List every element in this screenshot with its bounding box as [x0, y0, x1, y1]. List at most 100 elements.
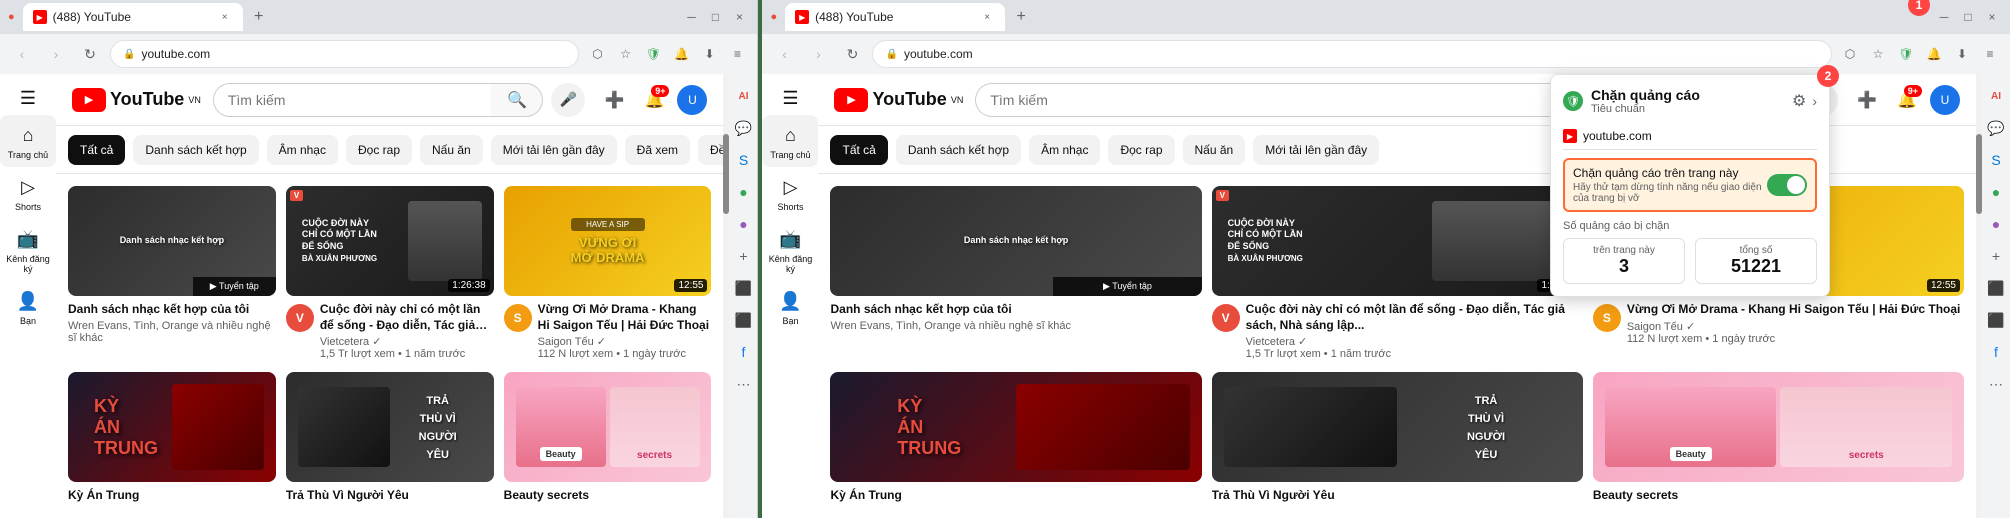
address-input-left[interactable]: 🔒 youtube.com: [110, 40, 579, 68]
yt-search-btn-left[interactable]: 🔍: [491, 83, 543, 117]
sidebar-home-left[interactable]: ⌂ Trang chủ: [0, 115, 56, 167]
sidebar-subscriptions-left[interactable]: 📺 Kênh đăng ký: [0, 219, 56, 282]
video-card-4-right[interactable]: KỲÁNTRUNG Kỳ Án Trung: [830, 372, 1201, 504]
notification-icon-left[interactable]: 🔔: [669, 42, 693, 66]
video-card-6-left[interactable]: Beauty secrets Beauty secrets: [504, 372, 712, 504]
ext-green-icon-left[interactable]: ●: [729, 178, 757, 206]
create-btn-left[interactable]: ➕: [597, 83, 631, 117]
youtube-tab-right[interactable]: ▶ (488) YouTube ×: [785, 3, 1005, 31]
address-input-right[interactable]: 🔒 youtube.com: [872, 40, 1832, 68]
filter-new-right[interactable]: Mới tải lên gần đây: [1253, 135, 1379, 165]
yt-avatar-right[interactable]: U: [1930, 85, 1960, 115]
sidebar-subscriptions-right[interactable]: 📺 Kênh đăng ký: [762, 219, 818, 282]
forward-button-right[interactable]: ›: [804, 40, 832, 68]
ext-plus-icon-right[interactable]: +: [1982, 242, 2010, 270]
filter-rap-left[interactable]: Đọc rap: [346, 135, 412, 165]
sidebar-shorts-left[interactable]: ▷ Shorts: [0, 167, 56, 219]
sidebar-you-right[interactable]: 👤 Bạn: [762, 281, 818, 333]
filter-music-right[interactable]: Âm nhạc: [1029, 135, 1100, 165]
video-card-6-right[interactable]: Beauty secrets Beauty secrets: [1593, 372, 1964, 504]
tab-close-right[interactable]: ×: [979, 9, 995, 25]
maximize-button-right[interactable]: □: [1958, 7, 1978, 27]
new-tab-button-left[interactable]: +: [247, 5, 271, 29]
notification-icon-right[interactable]: 🔔: [1922, 42, 1946, 66]
minimize-button-left[interactable]: ─: [681, 7, 701, 27]
ext-green-icon-right[interactable]: ●: [1982, 178, 2010, 206]
yt-mic-btn-left[interactable]: 🎤: [551, 83, 585, 117]
menu-icon-left[interactable]: ≡: [725, 42, 749, 66]
video-card-1-right[interactable]: Danh sách nhạc kết hợp ▶ Tuyển tập Danh …: [830, 186, 1201, 360]
sidebar-shorts-right[interactable]: ▷ Shorts: [762, 167, 818, 219]
ext-blue-icon-left[interactable]: ⬛: [729, 274, 757, 302]
filter-suggest-left[interactable]: Đề xuất mới: [698, 135, 723, 165]
ext-blue-icon-right[interactable]: ⬛: [1982, 274, 2010, 302]
filter-watched-left[interactable]: Đã xem: [625, 135, 690, 165]
ext-purple-icon-left[interactable]: ●: [729, 210, 757, 238]
new-tab-button-right[interactable]: +: [1009, 5, 1033, 29]
ext-plus-icon-left[interactable]: +: [729, 242, 757, 270]
ext-more-icon-right[interactable]: ⋯: [1982, 370, 2010, 398]
ext-ai-icon-left[interactable]: AI: [729, 82, 757, 110]
notif-btn-left[interactable]: 🔔 9+: [637, 83, 671, 117]
back-button-right[interactable]: ‹: [770, 40, 798, 68]
popup-gear-icon[interactable]: ⚙: [1792, 91, 1806, 111]
ext-fb-icon-left[interactable]: f: [729, 338, 757, 366]
notif-btn-right[interactable]: 🔔 9+: [1890, 83, 1924, 117]
yt-avatar-left[interactable]: U: [677, 85, 707, 115]
filter-new-left[interactable]: Mới tải lên gần đây: [491, 135, 617, 165]
filter-playlist-right[interactable]: Danh sách kết hợp: [896, 135, 1021, 165]
video-card-1-left[interactable]: Danh sách nhạc kết hợp ▶ Tuyển tập Danh …: [68, 186, 276, 360]
sidebar-menu-btn-left[interactable]: ☰: [0, 78, 56, 115]
adblock-icon-left[interactable]: 🛡: [641, 42, 665, 66]
star-icon-right[interactable]: ☆: [1866, 42, 1890, 66]
tab-close-left[interactable]: ×: [217, 9, 233, 25]
star-icon-left[interactable]: ☆: [613, 42, 637, 66]
ext-more-icon-left[interactable]: ⋯: [729, 370, 757, 398]
ext-msg-icon-left[interactable]: 💬: [729, 114, 757, 142]
filter-all-right[interactable]: Tất cả: [830, 135, 887, 165]
screenshot-icon-left[interactable]: ⬡: [585, 42, 609, 66]
reload-button-left[interactable]: ↻: [76, 40, 104, 68]
filter-playlist-left[interactable]: Danh sách kết hợp: [133, 135, 258, 165]
maximize-button-left[interactable]: □: [705, 7, 725, 27]
video-card-5-left[interactable]: TRẢTHÙ VÌNGƯỜIYÊU Trả Thù Vì Người Yêu: [286, 372, 494, 504]
close-window-button-right[interactable]: ×: [1982, 7, 2002, 27]
video-card-5-right[interactable]: TRẢTHÙ VÌNGƯỜIYÊU Trả Thù Vì Người Yêu: [1212, 372, 1583, 504]
video-card-3-left[interactable]: HAVE A SIP VỪNG ƠIMỞ DRAMA 12:55 S Vừng …: [504, 186, 712, 360]
minimize-button-right[interactable]: ─: [1934, 7, 1954, 27]
video-card-2-left[interactable]: CUỘC ĐỜI NÀYCHỈ CÓ MỘT LẦNĐỂ SỐNGBÀ XUÂN…: [286, 186, 494, 360]
youtube-tab-left[interactable]: ▶ (488) YouTube ×: [23, 3, 243, 31]
adblock-icon-right[interactable]: 🛡: [1894, 42, 1918, 66]
popup-toggle-switch[interactable]: [1767, 174, 1807, 196]
yt-search-input-left[interactable]: [213, 83, 492, 117]
ext-purple-icon-right[interactable]: ●: [1982, 210, 2010, 238]
ext-red-icon-right[interactable]: ⬛: [1982, 306, 2010, 334]
video-card-2-right[interactable]: CUỘC ĐỜI NÀYCHỈ CÓ MỘT LẦNĐỂ SỐNGBÀ XUÂN…: [1212, 186, 1583, 360]
menu-icon-right[interactable]: ≡: [1978, 42, 2002, 66]
ext-sky-icon-left[interactable]: S: [729, 146, 757, 174]
filter-all-left[interactable]: Tất cả: [68, 135, 125, 165]
sidebar-you-left[interactable]: 👤 Bạn: [0, 281, 56, 333]
reload-button-right[interactable]: ↻: [838, 40, 866, 68]
popup-arrow-icon[interactable]: ›: [1812, 93, 1817, 109]
yt-scrollbar-left[interactable]: [723, 74, 729, 518]
sidebar-menu-btn-right[interactable]: ☰: [762, 78, 818, 115]
forward-button-left[interactable]: ›: [42, 40, 70, 68]
download-icon-left[interactable]: ⬇: [697, 42, 721, 66]
filter-food-left[interactable]: Nấu ăn: [420, 135, 483, 165]
sidebar-home-right[interactable]: ⌂ Trang chủ: [762, 115, 818, 167]
ext-red-icon-left[interactable]: ⬛: [729, 306, 757, 334]
ext-msg-icon-right[interactable]: 💬: [1982, 114, 2010, 142]
filter-rap-right[interactable]: Đọc rap: [1108, 135, 1174, 165]
close-window-button-left[interactable]: ×: [729, 7, 749, 27]
ext-fb-icon-right[interactable]: f: [1982, 338, 2010, 366]
create-btn-right[interactable]: ➕: [1850, 83, 1884, 117]
download-icon-right[interactable]: ⬇: [1950, 42, 1974, 66]
ext-sky-icon-right[interactable]: S: [1982, 146, 2010, 174]
video-card-4-left[interactable]: KỲÁNTRUNG Kỳ Án Trung: [68, 372, 276, 504]
yt-scrollbar-right[interactable]: [1976, 74, 1982, 518]
filter-food-right[interactable]: Nấu ăn: [1183, 135, 1246, 165]
ext-ai-icon-right[interactable]: AI: [1982, 82, 2010, 110]
filter-music-left[interactable]: Âm nhạc: [267, 135, 338, 165]
back-button-left[interactable]: ‹: [8, 40, 36, 68]
